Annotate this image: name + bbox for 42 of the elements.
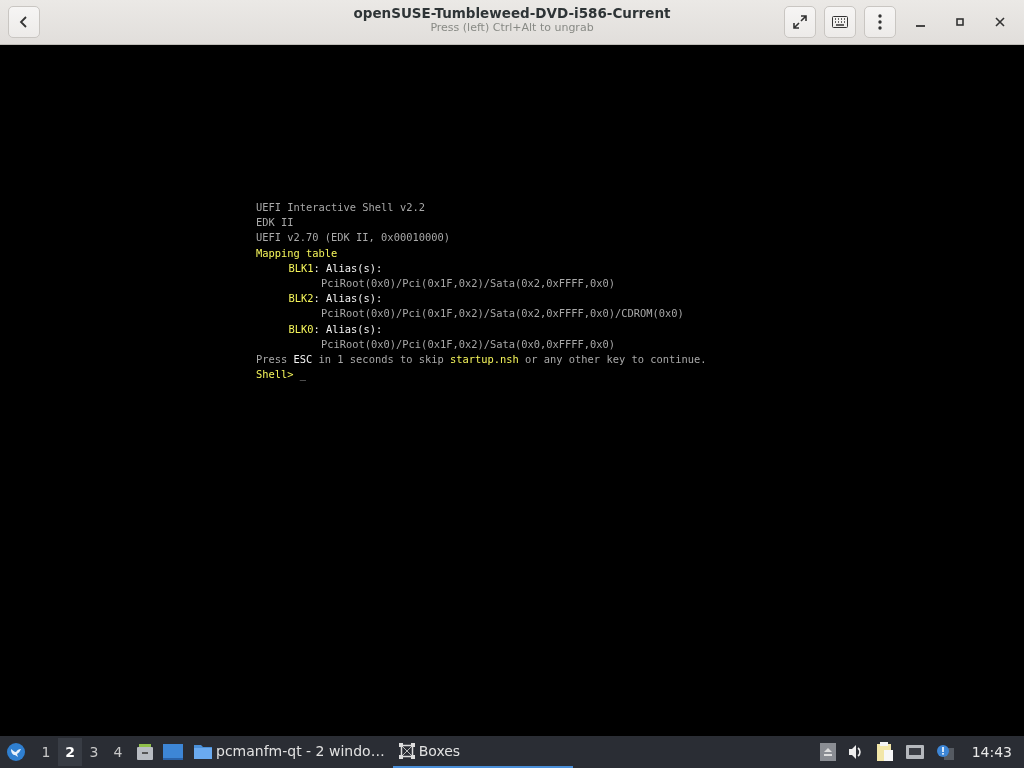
expand-icon bbox=[792, 14, 808, 30]
minimize-icon bbox=[915, 25, 925, 27]
screen-icon bbox=[163, 744, 183, 760]
keyboard-icon bbox=[832, 16, 848, 28]
console-line: Press ESC in 1 seconds to skip startup.nsh or any other key to continue. bbox=[256, 352, 707, 368]
file-cabinet-icon bbox=[136, 743, 154, 761]
workspace-button[interactable]: 2 bbox=[58, 738, 82, 766]
workspace-button[interactable]: 1 bbox=[34, 738, 58, 766]
maximize-icon bbox=[956, 18, 964, 26]
console-line: PciRoot(0x0)/Pci(0x1F,0x2)/Sata(0x2,0xFFFF,0x0) bbox=[321, 276, 616, 291]
network-icon[interactable] bbox=[905, 745, 924, 759]
back-button[interactable] bbox=[8, 6, 40, 38]
console-line: BLK0: Alias(s): bbox=[288, 321, 383, 337]
console-line: EDK II bbox=[256, 215, 294, 231]
task-button[interactable]: Boxes bbox=[392, 736, 573, 768]
console-line: BLK1: Alias(s): bbox=[288, 260, 383, 276]
menu-icon bbox=[878, 14, 882, 30]
bird-logo-icon bbox=[7, 743, 25, 761]
window-subtitle: Press (left) Ctrl+Alt to ungrab bbox=[430, 21, 594, 34]
window-title: openSUSE-Tumbleweed-DVD-i586-Current bbox=[353, 5, 671, 21]
clipboard-icon[interactable] bbox=[875, 742, 894, 762]
console-line: Shell> _ bbox=[256, 367, 307, 383]
volume-icon[interactable] bbox=[847, 744, 864, 760]
console-line: Mapping table bbox=[256, 245, 338, 261]
workspace-button[interactable]: 3 bbox=[82, 738, 106, 766]
console-line: UEFI v2.70 (EDK II, 0x00010000) bbox=[256, 230, 450, 246]
workspace-button[interactable]: 4 bbox=[106, 738, 130, 766]
keyboard-button[interactable] bbox=[824, 6, 856, 38]
console-line: PciRoot(0x0)/Pci(0x1F,0x2)/Sata(0x0,0xFFFF,0x0) bbox=[321, 336, 616, 352]
folder-icon bbox=[194, 743, 212, 759]
fullscreen-button[interactable] bbox=[784, 6, 816, 38]
notification-icon[interactable] bbox=[935, 744, 954, 760]
eject-icon[interactable] bbox=[819, 743, 836, 761]
boxes-icon bbox=[398, 743, 415, 759]
console-line: UEFI Interactive Shell v2.2 bbox=[256, 200, 425, 215]
menu-button[interactable] bbox=[864, 6, 896, 38]
task-button[interactable]: pcmanfm-qt - 2 windo… bbox=[188, 736, 391, 768]
start-menu-button[interactable] bbox=[4, 740, 28, 764]
clock[interactable]: 14:43 bbox=[971, 744, 1012, 760]
console-line: BLK2: Alias(s): bbox=[288, 291, 383, 307]
close-icon bbox=[995, 17, 1005, 27]
console-line: PciRoot(0x0)/Pci(0x1F,0x2)/Sata(0x2,0xFFFF,0x0)/CDROM(0x0) bbox=[321, 306, 684, 322]
